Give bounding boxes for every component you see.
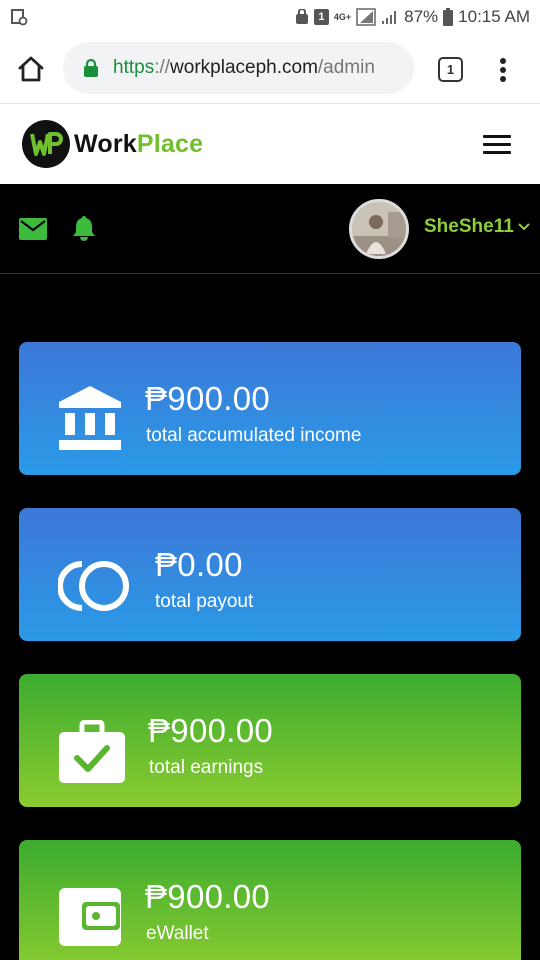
address-bar[interactable]: https://workplaceph.com/admin (63, 42, 414, 94)
screenshot-icon (11, 9, 28, 26)
network-type: 4G+ (333, 11, 352, 22)
site-logo[interactable]: WorkPlace (22, 120, 203, 168)
username-label: SheShe11 (424, 216, 514, 237)
stat-card-total-payout[interactable]: ₱0.00 total payout (19, 508, 521, 641)
battery-percent: 87% (404, 7, 439, 26)
battery-icon (443, 8, 454, 26)
signal-icon (356, 8, 376, 26)
stat-label: total accumulated income (146, 425, 362, 446)
home-icon[interactable] (16, 54, 46, 84)
wallet-icon (59, 888, 121, 946)
stat-label: eWallet (146, 923, 209, 944)
sim-badge: 1 (313, 9, 329, 25)
url-text: https://workplaceph.com/admin (113, 57, 375, 78)
profile-photo (352, 202, 406, 256)
clock: 10:15 AM (458, 7, 530, 26)
stat-amount: ₱900.00 (145, 380, 271, 417)
stat-card-total-earnings[interactable]: ₱900.00 total earnings (19, 674, 521, 807)
stat-card-ewallet[interactable]: ₱900.00 eWallet (19, 840, 521, 960)
tab-switcher-button[interactable]: 1 (438, 57, 463, 82)
menu-icon[interactable] (483, 135, 511, 155)
user-menu[interactable]: SheShe11 (424, 216, 530, 238)
briefcase-check-icon (59, 720, 125, 783)
stat-label: total payout (155, 591, 254, 612)
mail-icon[interactable] (19, 218, 47, 240)
status-bar: 1 4G+ 87% 10:15 AM (0, 0, 540, 34)
stat-label: total earnings (149, 757, 264, 778)
bell-icon[interactable] (72, 214, 96, 242)
stat-amount: ₱900.00 (148, 712, 274, 749)
logo-text: WorkPlace (74, 129, 204, 158)
lock-icon (84, 59, 98, 77)
bank-icon (59, 386, 121, 450)
more-vert-icon[interactable] (496, 56, 510, 84)
dashboard-topbar: SheShe11 (0, 184, 540, 274)
chevron-down-icon (518, 223, 530, 231)
stat-card-accumulated-income[interactable]: ₱900.00 total accumulated income (19, 342, 521, 475)
coins-icon (58, 561, 129, 611)
logo-mark-icon (22, 120, 70, 168)
site-header: WorkPlace (0, 104, 540, 184)
stat-amount: ₱900.00 (145, 878, 271, 915)
sim-lock-icon (295, 9, 308, 24)
stat-amount: ₱0.00 (155, 546, 243, 583)
avatar[interactable] (349, 199, 409, 259)
browser-toolbar: https://workplaceph.com/admin 1 (0, 34, 540, 104)
signal-bars-icon (382, 11, 397, 24)
